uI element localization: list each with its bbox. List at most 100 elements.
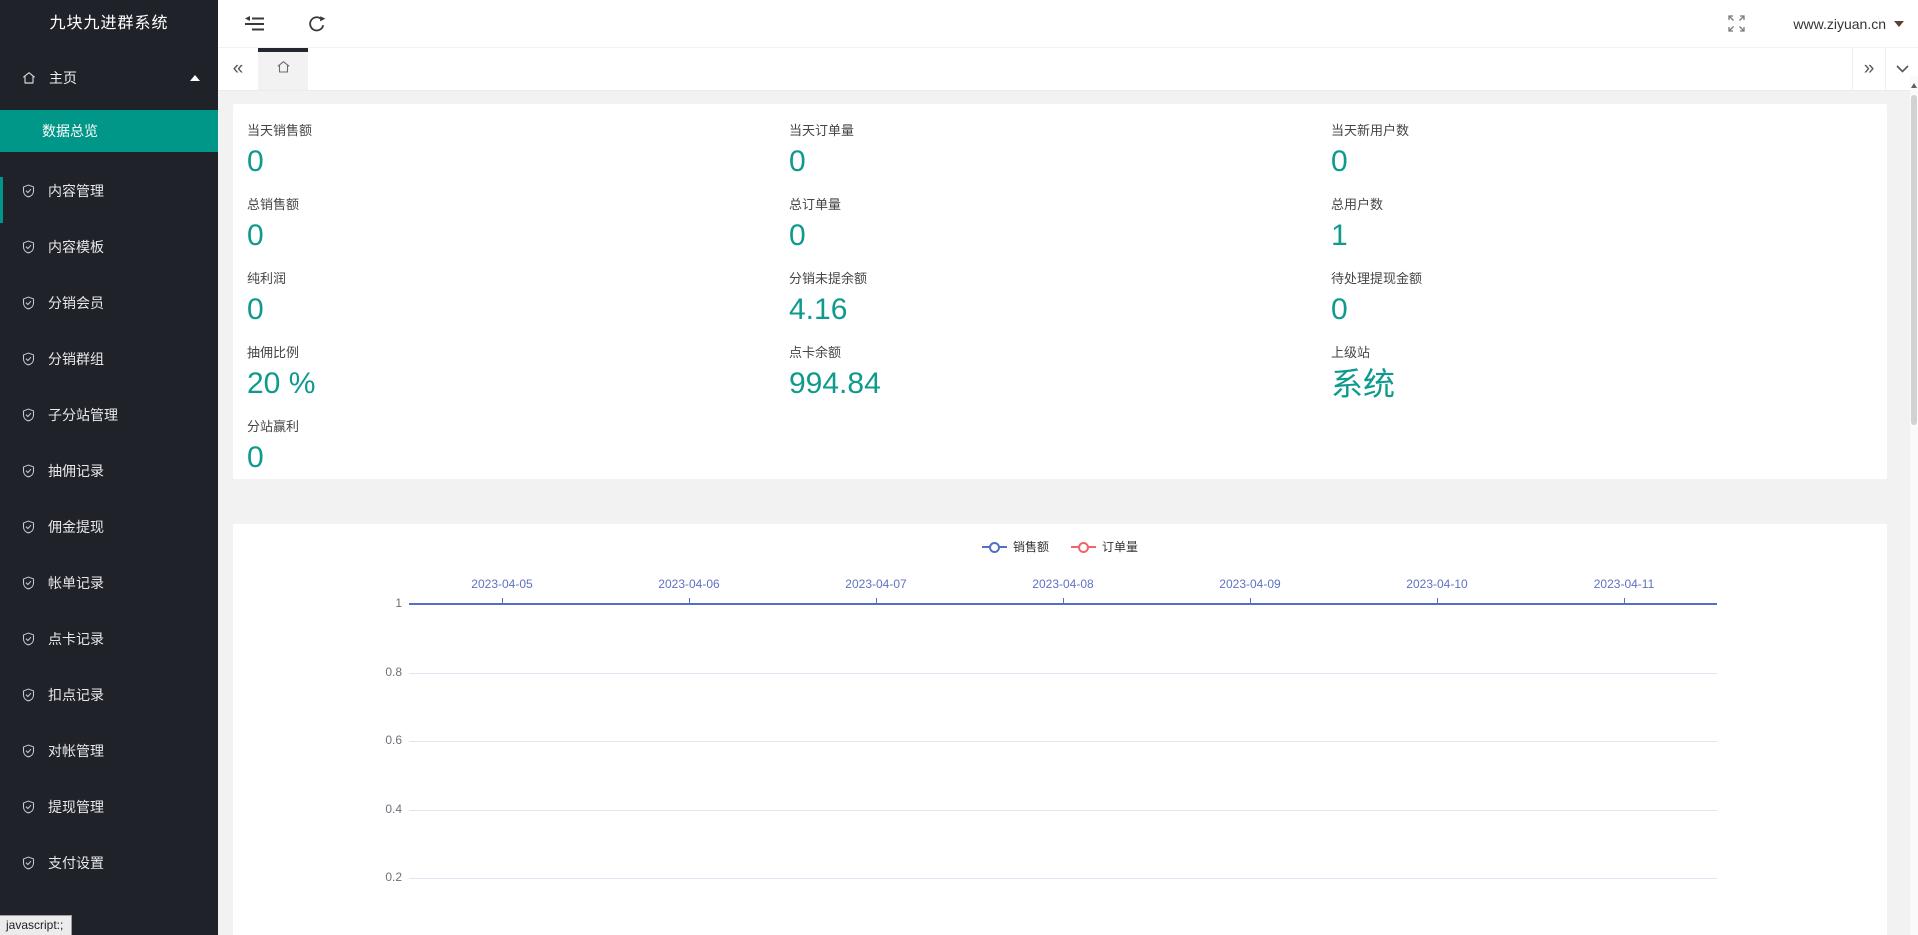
sidebar-item[interactable]: 抽佣记录 bbox=[0, 443, 218, 499]
stat-label: 当天订单量 bbox=[789, 122, 1331, 140]
sidebar-item[interactable]: 帐单记录 bbox=[0, 555, 218, 611]
sidebar-item-overview-active[interactable]: 数据总览 bbox=[0, 110, 218, 152]
chevron-down-icon bbox=[1894, 21, 1904, 27]
legend-label: 销售额 bbox=[1013, 538, 1049, 555]
stat-value: 20 % bbox=[247, 362, 789, 406]
sidebar-item-label: 扣点记录 bbox=[48, 685, 104, 705]
collapse-sidebar-icon[interactable] bbox=[245, 16, 264, 32]
sidebar-item[interactable]: 内容模板 bbox=[0, 219, 218, 275]
y-axis-tick-label: 0.4 bbox=[342, 802, 402, 816]
y-axis-tick-label: 0.2 bbox=[342, 870, 402, 884]
sidebar-item[interactable]: 点卡记录 bbox=[0, 611, 218, 667]
main-content: 当天销售额0总销售额0纯利润0抽佣比例20 %分站赢利0当天订单量0总订单量0分… bbox=[218, 91, 1910, 935]
site-domain: www.ziyuan.cn bbox=[1793, 16, 1886, 32]
x-axis-tick bbox=[1250, 598, 1251, 604]
tab-bar: « » bbox=[218, 48, 1918, 91]
stat-value: 0 bbox=[789, 140, 1331, 184]
stat-label: 分销未提余额 bbox=[789, 270, 1331, 288]
sidebar-item[interactable]: 对帐管理 bbox=[0, 723, 218, 779]
grid-line bbox=[409, 878, 1717, 879]
sidebar-item[interactable]: 佣金提现 bbox=[0, 499, 218, 555]
home-icon bbox=[21, 70, 37, 86]
stat-item: 当天订单量0 bbox=[789, 122, 1331, 196]
stat-item: 抽佣比例20 % bbox=[247, 344, 789, 418]
x-axis-date-label: 2023-04-09 bbox=[1195, 577, 1305, 591]
top-navbar: www.ziyuan.cn bbox=[218, 0, 1918, 48]
sales-orders-chart: 销售额订单量 10.80.60.40.22023-04-052023-04-06… bbox=[233, 524, 1887, 935]
sidebar-scroll-thumb[interactable] bbox=[0, 177, 3, 223]
site-selector[interactable]: www.ziyuan.cn bbox=[1793, 16, 1904, 32]
sidebar-item-label: 点卡记录 bbox=[48, 629, 104, 649]
stat-value: 0 bbox=[1331, 288, 1873, 332]
tabs-scroll-right-button[interactable]: » bbox=[1852, 48, 1885, 90]
sidebar-item-home[interactable]: 主页 bbox=[0, 58, 218, 98]
sidebar-item-label: 支付设置 bbox=[48, 853, 104, 873]
x-axis-date-label: 2023-04-10 bbox=[1382, 577, 1492, 591]
stat-label: 点卡余额 bbox=[789, 344, 1331, 362]
sidebar-item[interactable]: 子分站管理 bbox=[0, 387, 218, 443]
stat-value: 系统 bbox=[1331, 362, 1873, 406]
stat-item: 总订单量0 bbox=[789, 196, 1331, 270]
x-axis-tick bbox=[1624, 598, 1625, 604]
stats-column: 当天销售额0总销售额0纯利润0抽佣比例20 %分站赢利0 bbox=[247, 122, 789, 492]
shield-check-icon bbox=[21, 351, 36, 367]
stats-column: 当天新用户数0总用户数1待处理提现金额0上级站系统 bbox=[1331, 122, 1873, 492]
stat-label: 纯利润 bbox=[247, 270, 789, 288]
shield-check-icon bbox=[21, 743, 36, 759]
x-axis-tick bbox=[1063, 598, 1064, 604]
sidebar-menu: 内容管理内容模板分销会员分销群组子分站管理抽佣记录佣金提现帐单记录点卡记录扣点记… bbox=[0, 163, 218, 891]
scroll-up-arrow-icon[interactable] bbox=[1911, 83, 1917, 88]
shield-check-icon bbox=[21, 631, 36, 647]
tabs-scroll-left-button[interactable]: « bbox=[218, 48, 258, 90]
stat-label: 抽佣比例 bbox=[247, 344, 789, 362]
legend-item[interactable]: 销售额 bbox=[982, 538, 1049, 555]
shield-check-icon bbox=[21, 519, 36, 535]
x-axis-date-label: 2023-04-07 bbox=[821, 577, 931, 591]
sidebar: 九块九进群系统 主页 数据总览 内容管理内容模板分销会员分销群组子分站管理抽佣记… bbox=[0, 0, 218, 935]
sidebar-item-label: 对帐管理 bbox=[48, 741, 104, 761]
stat-item: 上级站系统 bbox=[1331, 344, 1873, 418]
stat-value: 0 bbox=[247, 436, 789, 480]
scrollbar-thumb[interactable] bbox=[1911, 95, 1917, 425]
stats-column: 当天订单量0总订单量0分销未提余额4.16点卡余额994.84 bbox=[789, 122, 1331, 492]
chevron-up-icon bbox=[190, 75, 200, 81]
shield-check-icon bbox=[21, 855, 36, 871]
x-axis-date-label: 2023-04-05 bbox=[447, 577, 557, 591]
stats-card: 当天销售额0总销售额0纯利润0抽佣比例20 %分站赢利0当天订单量0总订单量0分… bbox=[233, 104, 1887, 479]
stat-value: 0 bbox=[247, 140, 789, 184]
y-axis-tick-label: 0.8 bbox=[342, 665, 402, 679]
sidebar-item-label: 帐单记录 bbox=[48, 573, 104, 593]
stat-item: 当天销售额0 bbox=[247, 122, 789, 196]
stat-label: 总销售额 bbox=[247, 196, 789, 214]
stat-item: 待处理提现金额0 bbox=[1331, 270, 1873, 344]
shield-check-icon bbox=[21, 799, 36, 815]
stat-label: 当天销售额 bbox=[247, 122, 789, 140]
vertical-scrollbar[interactable] bbox=[1910, 76, 1918, 935]
legend-label: 订单量 bbox=[1102, 538, 1138, 555]
sidebar-item-label: 子分站管理 bbox=[48, 405, 118, 425]
app-title: 九块九进群系统 bbox=[0, 0, 218, 48]
sidebar-item[interactable]: 扣点记录 bbox=[0, 667, 218, 723]
tab-home[interactable] bbox=[258, 48, 308, 90]
y-axis-tick-label: 0.6 bbox=[342, 733, 402, 747]
sidebar-item[interactable]: 支付设置 bbox=[0, 835, 218, 891]
fullscreen-icon[interactable] bbox=[1728, 15, 1745, 32]
sidebar-item[interactable]: 提现管理 bbox=[0, 779, 218, 835]
stat-label: 总用户数 bbox=[1331, 196, 1873, 214]
stat-label: 待处理提现金额 bbox=[1331, 270, 1873, 288]
grid-line bbox=[409, 741, 1717, 742]
home-tab-icon bbox=[275, 59, 292, 80]
shield-check-icon bbox=[21, 295, 36, 311]
sidebar-item[interactable]: 内容管理 bbox=[0, 163, 218, 219]
sidebar-item[interactable]: 分销群组 bbox=[0, 331, 218, 387]
status-link-tooltip: javascript:; bbox=[0, 915, 72, 935]
stat-item: 分站赢利0 bbox=[247, 418, 789, 492]
stat-label: 上级站 bbox=[1331, 344, 1873, 362]
sidebar-item-label: 提现管理 bbox=[48, 797, 104, 817]
refresh-icon[interactable] bbox=[308, 15, 326, 33]
stat-item: 分销未提余额4.16 bbox=[789, 270, 1331, 344]
stat-label: 当天新用户数 bbox=[1331, 122, 1873, 140]
x-axis-tick bbox=[1437, 598, 1438, 604]
legend-item[interactable]: 订单量 bbox=[1071, 538, 1138, 555]
sidebar-item[interactable]: 分销会员 bbox=[0, 275, 218, 331]
